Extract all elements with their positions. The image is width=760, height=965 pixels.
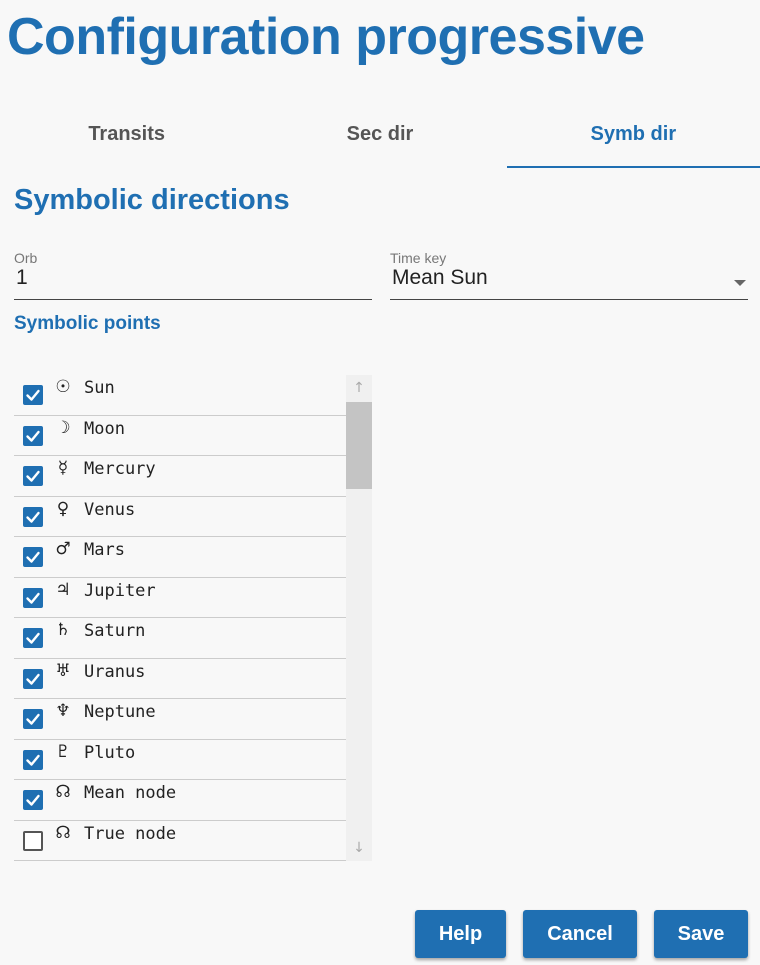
tab-sec-dir[interactable]: Sec dir: [253, 100, 506, 168]
point-checkbox[interactable]: [23, 587, 43, 608]
point-label: Moon: [84, 418, 125, 439]
point-checkbox[interactable]: [23, 628, 43, 648]
list-item[interactable]: ☊ Mean node: [14, 780, 346, 821]
tab-transits[interactable]: Transits: [0, 100, 253, 168]
list-item[interactable]: ♂ Mars: [14, 537, 346, 578]
chevron-down-icon[interactable]: [734, 280, 746, 286]
point-label: Neptune: [84, 702, 156, 722]
time-key-select[interactable]: Mean Sun: [392, 266, 720, 290]
cancel-button[interactable]: Cancel: [523, 910, 637, 958]
point-label: True node: [84, 823, 177, 844]
point-label: Mean node: [84, 783, 177, 803]
list-item[interactable]: ♃ Jupiter: [14, 578, 346, 618]
help-button[interactable]: Help: [415, 910, 506, 958]
planet-symbol-icon: ♂: [55, 539, 71, 559]
list-scrollbar[interactable]: ↑ ↓: [346, 375, 372, 861]
point-checkbox[interactable]: [23, 506, 43, 527]
page-title: Configuration progressive: [7, 8, 645, 66]
point-checkbox[interactable]: [23, 425, 43, 446]
symbolic-points-list[interactable]: ☉ Sun ☽ Moon ☿ Mercury ♀ Venus ♂ Mars ♃ Jupiter ♄ Sat…: [14, 375, 346, 861]
point-checkbox[interactable]: [23, 709, 43, 729]
list-item[interactable]: ♀ Venus: [14, 497, 346, 537]
point-checkbox[interactable]: [23, 790, 43, 810]
planet-symbol-icon: ♆: [55, 701, 71, 721]
symbolic-points-title: Symbolic points: [14, 313, 161, 334]
planet-symbol-icon: ♀: [56, 498, 70, 519]
scroll-thumb[interactable]: [346, 402, 372, 489]
list-item[interactable]: ♇ Pluto: [14, 740, 346, 780]
time-key-field: Time key Mean Sun: [390, 250, 748, 300]
list-item[interactable]: ♅ Uranus: [14, 659, 346, 699]
point-checkbox[interactable]: [23, 385, 43, 405]
orb-input[interactable]: [16, 266, 344, 290]
point-label: Uranus: [84, 661, 146, 682]
planet-symbol-icon: ☊: [55, 782, 71, 802]
point-checkbox[interactable]: [23, 830, 43, 851]
planet-symbol-icon: ☽: [55, 417, 71, 438]
point-label: Jupiter: [84, 580, 156, 601]
planet-symbol-icon: ♃: [55, 579, 71, 600]
planet-symbol-icon: ☉: [55, 377, 71, 397]
point-checkbox[interactable]: [23, 668, 43, 689]
point-label: Venus: [84, 499, 136, 520]
point-label: Pluto: [84, 742, 136, 763]
point-label: Mars: [84, 540, 125, 560]
planet-symbol-icon: ☊: [55, 822, 71, 843]
save-button[interactable]: Save: [654, 910, 748, 958]
tab-symb-dir[interactable]: Symb dir: [506, 100, 760, 168]
point-checkbox[interactable]: [23, 466, 43, 486]
point-checkbox[interactable]: [23, 547, 43, 567]
orb-field: Orb: [14, 250, 372, 300]
point-label: Saturn: [84, 621, 146, 641]
list-item[interactable]: ☿ Mercury: [14, 456, 346, 497]
planet-symbol-icon: ♇: [55, 741, 71, 762]
section-title: Symbolic directions: [14, 184, 290, 216]
arrow-up-icon[interactable]: ↑: [346, 375, 372, 401]
tab-bar: Transits Sec dir Symb dir: [0, 100, 760, 168]
planet-symbol-icon: ♅: [55, 660, 71, 681]
list-item[interactable]: ☉ Sun: [14, 375, 346, 416]
planet-symbol-icon: ♄: [55, 620, 71, 640]
time-key-label: Time key: [390, 250, 447, 266]
orb-label: Orb: [14, 250, 38, 266]
point-checkbox[interactable]: [23, 749, 43, 770]
arrow-down-icon[interactable]: ↓: [346, 835, 372, 861]
planet-symbol-icon: ☿: [57, 458, 69, 478]
point-label: Sun: [84, 378, 115, 398]
list-item[interactable]: ♆ Neptune: [14, 699, 346, 740]
point-label: Mercury: [84, 459, 156, 479]
list-item[interactable]: ☽ Moon: [14, 416, 346, 456]
list-item[interactable]: ♄ Saturn: [14, 618, 346, 659]
list-item[interactable]: ☊ True node: [14, 821, 346, 861]
